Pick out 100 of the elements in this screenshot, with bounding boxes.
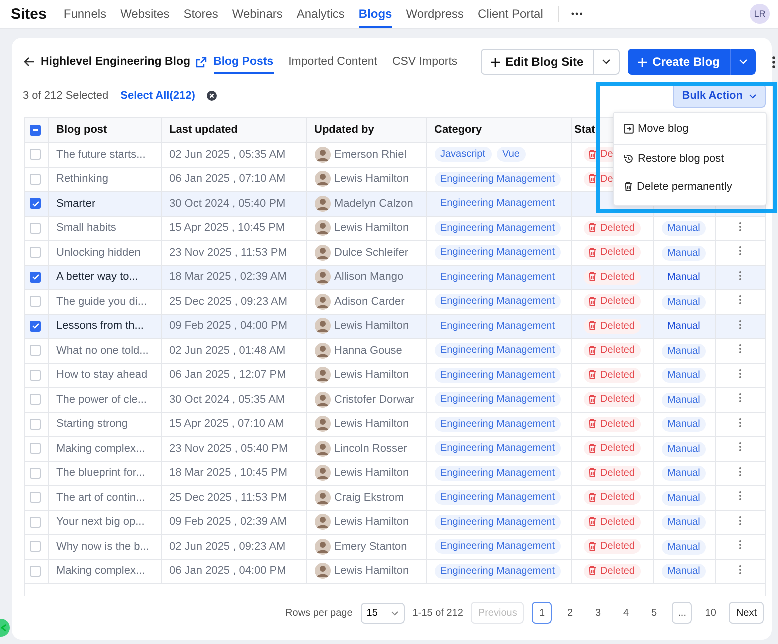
row-checkbox[interactable] (30, 418, 41, 430)
row-checkbox[interactable] (30, 174, 41, 185)
last-updated-date: 09 Feb 2025 , 02:39 AM (170, 516, 287, 528)
row-actions-icon[interactable] (739, 491, 742, 502)
status-badge: Deleted (584, 416, 641, 432)
row-checkbox[interactable] (30, 320, 41, 332)
row-checkbox[interactable] (30, 198, 41, 210)
row-checkbox[interactable] (30, 370, 41, 381)
nav-tab[interactable]: Analytics (296, 0, 345, 28)
nav-tab[interactable]: Blogs (358, 0, 392, 28)
column-header: Last updated (170, 124, 238, 136)
bulk-action-button[interactable]: Bulk Action (673, 84, 766, 108)
row-checkbox[interactable] (30, 492, 41, 504)
row-actions-icon[interactable] (739, 295, 742, 306)
row-actions-icon[interactable] (739, 418, 742, 428)
avatar-icon (314, 563, 330, 580)
dropdown-button[interactable] (730, 49, 756, 75)
row-checkbox[interactable] (30, 516, 41, 528)
more-options-icon[interactable] (772, 56, 776, 68)
clear-selection-icon[interactable] (207, 91, 218, 101)
row-checkbox[interactable] (30, 541, 41, 552)
last-updated-date: 06 Jan 2025 , 04:00 PM (170, 565, 286, 578)
row-checkbox[interactable] (30, 272, 41, 283)
row-actions-icon[interactable] (739, 564, 742, 575)
last-updated-date: 25 Dec 2025 , 09:23 AM (170, 296, 288, 308)
blog-post-title[interactable]: Making complex... (56, 565, 146, 578)
blog-post-title[interactable]: The future starts... (56, 148, 146, 161)
blog-post-title[interactable]: What no one told... (56, 344, 149, 357)
more-button[interactable]: ••• (567, 9, 588, 19)
caret-icon (602, 59, 611, 65)
nav-tab[interactable]: Webinars (232, 0, 283, 28)
row-checkbox[interactable] (30, 222, 41, 234)
row-checkbox[interactable] (30, 394, 41, 406)
plus-icon (638, 58, 647, 66)
blog-post-title[interactable]: The art of contin... (56, 492, 146, 504)
blog-post-title[interactable]: Small habits (56, 222, 116, 234)
blog-post-title[interactable]: The power of cle... (56, 394, 147, 406)
back-arrow-icon[interactable] (24, 57, 35, 67)
row-checkbox[interactable] (30, 345, 41, 356)
menu-item[interactable]: Move blog (614, 113, 766, 144)
last-updated-date: 18 Mar 2025 , 02:39 AM (170, 271, 287, 284)
page-range: 1-15 of 212 (412, 608, 464, 618)
create-blog-button[interactable]: Create Blog (628, 49, 730, 75)
row-checkbox[interactable] (30, 566, 41, 577)
blog-post-title[interactable]: The blueprint for... (56, 467, 146, 480)
row-checkbox[interactable] (30, 149, 41, 160)
tab[interactable]: Imported Content (288, 50, 378, 74)
edit-blog-site-button[interactable]: Edit Blog Site (480, 49, 594, 75)
row-actions-icon[interactable] (739, 344, 742, 354)
row-checkbox[interactable] (30, 443, 41, 454)
nav-tab[interactable]: Funnels (64, 0, 107, 28)
blog-post-title[interactable]: Making complex... (56, 442, 146, 455)
select-all-checkbox[interactable] (30, 124, 41, 136)
tab[interactable]: CSV Imports (392, 50, 458, 74)
blog-post-title[interactable]: Smarter (56, 198, 96, 210)
category-tag: Engineering Management (434, 564, 562, 579)
type-badge: Manual (662, 246, 706, 261)
blog-post-title[interactable]: How to stay ahead (56, 369, 148, 382)
page-button[interactable]: 1 (532, 602, 552, 624)
row-actions-icon[interactable] (739, 222, 742, 232)
category-tag: Vue (496, 147, 526, 162)
row-actions-icon[interactable] (739, 368, 742, 379)
row-actions-icon[interactable] (739, 540, 742, 550)
row-actions-icon[interactable] (739, 320, 742, 330)
external-link-icon[interactable] (196, 56, 207, 68)
row-checkbox[interactable] (30, 468, 41, 479)
select-all-link[interactable]: Select All(212) (120, 90, 196, 102)
row-actions-icon[interactable] (739, 246, 742, 256)
category-tag: Engineering Management (434, 343, 562, 358)
row-actions-icon[interactable] (739, 270, 742, 281)
tab[interactable]: Blog Posts (214, 50, 274, 74)
blog-post-title[interactable]: Why now is the b... (56, 540, 150, 553)
row-checkbox[interactable] (30, 247, 41, 258)
nav-tab[interactable]: Websites (120, 0, 170, 28)
user-avatar[interactable]: LR (750, 4, 770, 24)
type-badge: Manual (662, 221, 706, 236)
blog-post-title[interactable]: Starting strong (56, 418, 128, 430)
row-checkbox[interactable] (30, 296, 41, 308)
row-actions-icon[interactable] (739, 442, 742, 452)
app-title: Sites (11, 6, 47, 22)
rows-per-page-select[interactable]: 15 (360, 602, 405, 624)
row-actions-icon[interactable] (739, 516, 742, 526)
avatar-icon (314, 440, 330, 457)
row-actions-icon[interactable] (739, 466, 742, 477)
blog-post-title[interactable]: The guide you di... (56, 296, 148, 308)
avatar-icon (314, 392, 330, 408)
row-actions-icon[interactable] (739, 393, 742, 404)
nav-tab[interactable]: Wordpress (406, 0, 464, 28)
next-button[interactable]: Next (729, 602, 764, 624)
nav-tab[interactable]: Stores (184, 0, 218, 28)
last-updated-date: 06 Jan 2025 , 12:07 PM (170, 369, 286, 382)
blog-post-title[interactable]: Unlocking hidden (56, 246, 141, 259)
nav-tab[interactable]: Client Portal (478, 0, 544, 28)
avatar-icon (314, 196, 330, 212)
type-badge: Manual (662, 392, 706, 408)
more-pages-button[interactable]: ... (672, 602, 692, 624)
status-badge: Deleted (584, 514, 641, 530)
last-updated-date: 23 Nov 2025 , 11:53 PM (170, 246, 288, 259)
blog-post-title[interactable]: Rethinking (56, 173, 108, 186)
blog-post-title[interactable]: Your next big op... (56, 516, 145, 528)
